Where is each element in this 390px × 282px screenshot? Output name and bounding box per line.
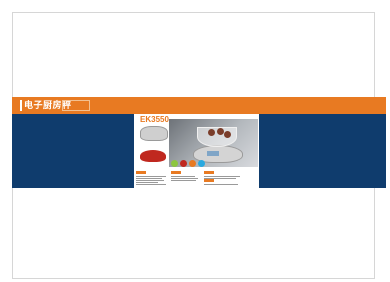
spec-text-line (171, 178, 198, 179)
spec-label (171, 171, 181, 174)
product-model: EK3550 (140, 115, 169, 124)
scale-thumbnail-silver (140, 126, 168, 141)
spec-text-line (136, 184, 166, 185)
color-swatch-orange (189, 160, 196, 167)
spec-text-line (136, 180, 164, 181)
color-swatch-green (171, 160, 178, 167)
fruit-item (208, 129, 215, 136)
fruit-item (224, 131, 231, 138)
spec-text-line (171, 176, 195, 177)
fruit-item (217, 128, 224, 135)
spec-label (204, 171, 214, 174)
color-swatch-red (180, 160, 187, 167)
spec-text-line (136, 176, 166, 177)
section-subtitle-box (62, 100, 90, 111)
spec-text-line (204, 184, 238, 185)
spec-text-line (204, 176, 240, 177)
scale-display (207, 151, 219, 156)
color-swatch-blue (198, 160, 205, 167)
spec-label (204, 179, 214, 182)
spec-label (136, 171, 146, 174)
spec-text-line (136, 182, 158, 183)
spec-text-line (171, 180, 196, 181)
spec-text-line (136, 178, 162, 179)
scale-thumbnail-red (140, 150, 166, 162)
spec-text-line (204, 178, 236, 179)
